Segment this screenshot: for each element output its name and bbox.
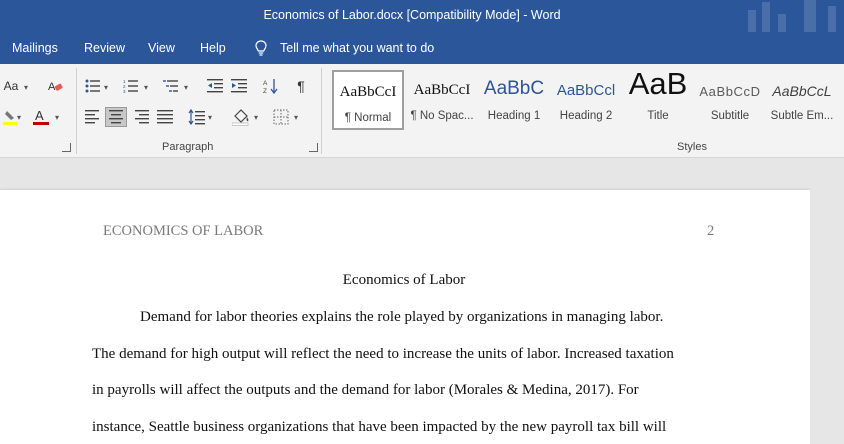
body-line[interactable]: instance, Seattle business organizations… [92, 419, 666, 436]
document-canvas: ECONOMICS OF LABOR 2 Economics of Labor … [0, 158, 844, 444]
change-case-label: Aa [3, 79, 19, 93]
style-title[interactable]: AaB Title [622, 66, 694, 130]
tab-review[interactable]: Review [84, 41, 125, 55]
style-heading-1[interactable]: AaBbC Heading 1 [478, 70, 550, 130]
style-name: Subtitle [710, 110, 750, 122]
paragraph-group-label: Paragraph [162, 141, 214, 153]
style-subtitle[interactable]: AaBbCcD Subtitle [694, 70, 766, 130]
tell-me-search[interactable]: Tell me what you want to do [280, 41, 434, 55]
shading-button[interactable] [230, 107, 252, 127]
window-title: Economics of Labor.docx [Compatibility M… [263, 8, 561, 22]
chevron-down-icon[interactable]: ▾ [55, 114, 63, 122]
chevron-down-icon[interactable]: ▾ [294, 114, 302, 122]
style-sample: AaBbCcl [556, 82, 616, 99]
change-case-button[interactable]: Aa [0, 76, 22, 96]
style-name: Subtle Em... [770, 110, 834, 122]
styles-gallery: AaBbCcI ¶ Normal AaBbCcI ¶ No Spac... Aa… [328, 66, 844, 134]
decrease-indent-button[interactable] [204, 76, 226, 96]
style-name: ¶ No Spac... [410, 110, 474, 122]
sort-button[interactable]: A Z [260, 76, 282, 96]
chevron-down-icon[interactable]: ▾ [184, 84, 192, 92]
svg-text:A: A [263, 80, 268, 87]
style-name: Heading 1 [487, 110, 541, 122]
numbering-button[interactable]: 1 2 3 [120, 76, 142, 96]
align-right-button[interactable] [130, 107, 152, 127]
style-name: Heading 2 [559, 110, 613, 122]
document-title[interactable]: Economics of Labor [0, 272, 808, 289]
line-spacing-button[interactable] [186, 107, 208, 127]
body-line[interactable]: Demand for labor theories explains the r… [140, 309, 663, 326]
center-button[interactable] [105, 107, 127, 127]
title-bar-decoration [744, 0, 844, 32]
show-formatting-button[interactable]: ¶ [290, 76, 312, 96]
style-sample: AaBbCcI [339, 84, 397, 100]
clear-formatting-icon: A [48, 81, 63, 93]
vertical-scroll-area[interactable] [810, 190, 844, 444]
highlight-color-swatch [3, 122, 17, 125]
decrease-indent-icon [207, 79, 223, 93]
style-sample: AaBbCcI [413, 82, 471, 98]
page-number[interactable]: 2 [707, 223, 714, 240]
justify-button[interactable] [154, 107, 176, 127]
borders-button[interactable] [270, 107, 292, 127]
tab-mailings[interactable]: Mailings [12, 41, 58, 55]
styles-group-label: Styles [677, 141, 707, 153]
ribbon: Aa ▾ A ▾ A ▾ ▾ 1 2 3 ▾ ▾ A Z ¶ ▾ ▾ ▾ Par… [0, 64, 844, 158]
style-heading-2[interactable]: AaBbCcl Heading 2 [550, 70, 622, 130]
group-separator [321, 68, 322, 154]
style-sample: AaBbCcL [772, 83, 832, 99]
chevron-down-icon[interactable]: ▾ [104, 84, 112, 92]
sort-icon: A Z [263, 79, 278, 94]
style-subtle-emphasis[interactable]: AaBbCcL Subtle Em... [766, 70, 838, 130]
style-normal[interactable]: AaBbCcI ¶ Normal [332, 70, 404, 130]
lightbulb-icon [255, 40, 267, 56]
chevron-down-icon[interactable]: ▾ [208, 114, 216, 122]
align-left-icon [85, 110, 99, 124]
align-center-icon [109, 110, 123, 124]
chevron-down-icon[interactable]: ▾ [17, 114, 25, 122]
clear-formatting-button[interactable]: A [44, 76, 66, 96]
document-page[interactable]: ECONOMICS OF LABOR 2 Economics of Labor … [0, 190, 810, 444]
bullets-button[interactable] [82, 76, 104, 96]
tab-view[interactable]: View [148, 41, 175, 55]
tab-help[interactable]: Help [200, 41, 226, 55]
style-sample: AaBbCcD [699, 84, 761, 99]
body-line[interactable]: The demand for high output will reflect … [92, 346, 674, 363]
chevron-down-icon[interactable]: ▾ [254, 114, 262, 122]
body-line[interactable]: in payrolls will affect the outputs and … [92, 382, 639, 399]
chevron-down-icon[interactable]: ▾ [24, 84, 32, 92]
chevron-down-icon[interactable]: ▾ [144, 84, 152, 92]
multilevel-list-icon [163, 80, 178, 92]
style-sample: AaB [628, 66, 688, 101]
font-color-icon: A [33, 108, 49, 125]
increase-indent-icon [231, 79, 247, 93]
paragraph-dialog-launcher-icon[interactable] [309, 143, 318, 152]
style-name: ¶ Normal [344, 112, 392, 124]
line-spacing-icon [188, 109, 205, 125]
paint-bucket-icon [232, 109, 249, 126]
font-color-button[interactable]: A [30, 107, 52, 127]
multilevel-list-button[interactable] [160, 76, 182, 96]
bullet-list-icon [85, 79, 100, 93]
font-dialog-launcher-icon[interactable] [62, 143, 71, 152]
group-separator [76, 68, 77, 154]
borders-icon [273, 109, 289, 125]
style-no-spacing[interactable]: AaBbCcI ¶ No Spac... [406, 70, 478, 130]
running-head[interactable]: ECONOMICS OF LABOR [103, 223, 263, 240]
increase-indent-button[interactable] [228, 76, 250, 96]
title-bar: Economics of Labor.docx [Compatibility M… [0, 0, 844, 32]
align-right-icon [135, 110, 149, 124]
svg-text:A: A [35, 108, 44, 123]
svg-text:Z: Z [263, 88, 267, 94]
svg-text:3: 3 [123, 89, 126, 93]
justify-icon [157, 110, 173, 124]
ribbon-tabs: Mailings Review View Help Tell me what y… [0, 32, 844, 64]
style-name: Title [647, 110, 669, 122]
align-left-button[interactable] [82, 107, 104, 127]
style-sample: AaBbC [483, 78, 545, 99]
pilcrow-icon: ¶ [297, 78, 305, 94]
numbered-list-icon: 1 2 3 [123, 79, 138, 93]
